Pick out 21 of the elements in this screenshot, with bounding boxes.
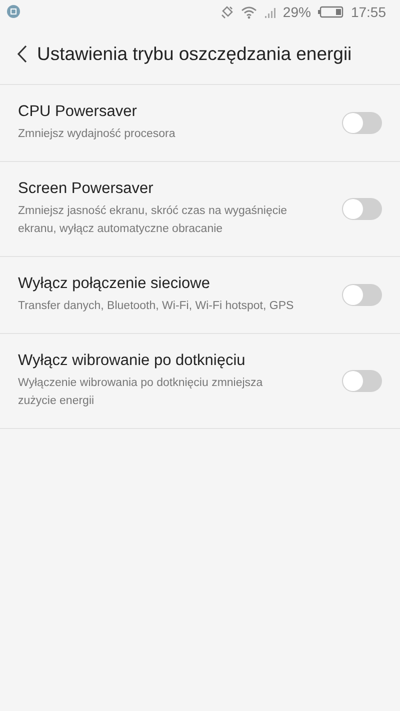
signal-icon xyxy=(264,6,276,18)
toggle-switch[interactable] xyxy=(342,112,382,134)
notification-icon xyxy=(7,5,20,18)
wifi-icon xyxy=(240,6,257,18)
back-icon[interactable] xyxy=(17,45,27,63)
setting-title: Wyłącz wibrowanie po dotknięciu xyxy=(18,352,246,370)
clock: 17:55 xyxy=(350,4,386,20)
battery-icon xyxy=(318,6,344,18)
setting-description: Zmniejsz jasność ekranu, skróć czas na wygaśnięcie ekranu, wyłącz automatyczne obracanie xyxy=(18,204,288,237)
toggle-switch[interactable] xyxy=(342,370,382,392)
rotation-icon xyxy=(220,5,234,19)
setting-description: Zmniejsz wydajność procesora xyxy=(18,127,176,142)
toggle-switch[interactable] xyxy=(342,284,382,306)
setting-title: Screen Powersaver xyxy=(18,180,154,198)
battery-percent: 29% xyxy=(282,4,311,20)
page-title: Ustawienia trybu oszczędzania energii xyxy=(37,43,352,65)
setting-description: Transfer danych, Bluetooth, Wi-Fi, Wi-Fi hotspot, GPS xyxy=(18,299,295,314)
setting-description: Wyłączenie wibrowania po dotknięciu zmniejsza zużycie energii xyxy=(18,376,264,409)
setting-title: CPU Powersaver xyxy=(18,103,138,121)
toggle-switch[interactable] xyxy=(342,198,382,220)
setting-title: Wyłącz połączenie sieciowe xyxy=(18,275,211,293)
